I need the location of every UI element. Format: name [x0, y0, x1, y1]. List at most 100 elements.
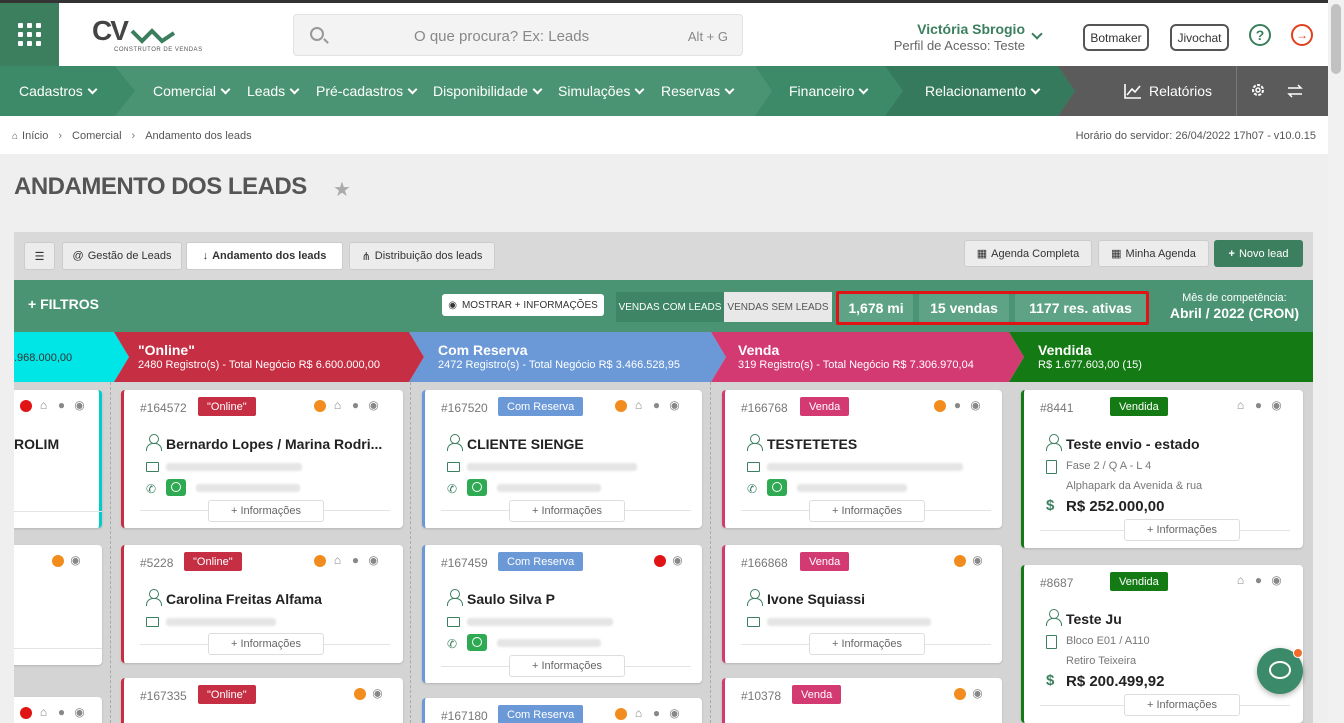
- search-input[interactable]: [414, 24, 714, 48]
- nav-simulacoes[interactable]: Simulações: [558, 66, 643, 116]
- nav-relatorios[interactable]: Relatórios: [1149, 66, 1212, 116]
- user-name: Victória Sbrogio: [917, 21, 1025, 37]
- whatsapp-icon[interactable]: [767, 479, 787, 496]
- tab-andamento-leads[interactable]: ↓ Andamento dos leads: [186, 242, 343, 270]
- jivochat-button[interactable]: Jivochat: [1170, 24, 1229, 51]
- lead-card[interactable]: #166868 Venda ◉ Ivone Squiassi + Informa…: [722, 545, 1002, 663]
- chart-icon: [1124, 84, 1141, 99]
- status-dot: [615, 707, 627, 720]
- search-box[interactable]: Alt + G: [293, 14, 743, 56]
- eye-icon[interactable]: ◉: [367, 554, 380, 567]
- eye-icon[interactable]: ◉: [668, 399, 681, 412]
- email-value: [166, 463, 302, 471]
- more-info-button[interactable]: + Informações: [809, 633, 925, 655]
- status-dot: [954, 687, 966, 700]
- gear-icon[interactable]: [1250, 82, 1266, 98]
- page-scrollbar[interactable]: [1328, 0, 1344, 723]
- lead-card[interactable]: #166768 Venda ● ◉ TESTETETES ✆ + Informaç…: [722, 390, 1002, 528]
- mail-icon: [447, 462, 460, 472]
- eye-icon[interactable]: ◉: [971, 554, 984, 567]
- show-more-info-button[interactable]: ◉ MOSTRAR + INFORMAÇÕES: [442, 294, 604, 316]
- nav-leads[interactable]: Leads: [247, 66, 298, 116]
- logout-icon[interactable]: →: [1291, 24, 1313, 46]
- minha-agenda-button[interactable]: ▦ Minha Agenda: [1098, 240, 1209, 267]
- breadcrumb-inicio[interactable]: Início: [22, 130, 48, 142]
- lead-card[interactable]: #167520 Com Reserva ⌂ ● ◉ CLIENTE SIENGE ✆…: [422, 390, 702, 528]
- eye-icon[interactable]: ◉: [969, 399, 982, 412]
- tab-gestao-leads[interactable]: @ Gestão de Leads: [62, 242, 182, 270]
- person-icon: [146, 434, 162, 451]
- eye-icon[interactable]: ◉: [668, 707, 681, 720]
- more-info-button[interactable]: + Informações: [509, 500, 625, 522]
- status-dot: [314, 554, 326, 567]
- lead-card[interactable]: ◉: [14, 545, 102, 665]
- sale-card[interactable]: #8687 Vendida ⌂ ● ◉ Teste Ju Bloco E01 / A…: [1021, 565, 1303, 723]
- more-info-button[interactable]: + Informações: [1124, 694, 1240, 716]
- botmaker-button[interactable]: Botmaker: [1083, 24, 1149, 51]
- user-menu[interactable]: Victória Sbrogio Perfil de Acesso: Teste: [880, 21, 1025, 53]
- nav-cadastros[interactable]: Cadastros: [19, 66, 96, 116]
- lead-card[interactable]: #10378 Venda ◉: [722, 678, 1002, 723]
- mail-icon: [146, 617, 159, 627]
- lead-card[interactable]: #167459 Com Reserva ◉ Saulo Silva P ✆ + …: [422, 545, 702, 683]
- whatsapp-icon[interactable]: [467, 479, 487, 496]
- email-value: [767, 618, 931, 626]
- nav-reservas[interactable]: Reservas: [661, 66, 733, 116]
- more-info-button[interactable]: + Informações: [208, 633, 324, 655]
- status-dot: [615, 399, 627, 412]
- breadcrumb-comercial[interactable]: Comercial: [72, 130, 122, 142]
- lead-card[interactable]: #167180 Com Reserva ⌂ ● ◉: [422, 698, 702, 723]
- swap-icon[interactable]: [1287, 84, 1303, 98]
- nav-comercial[interactable]: Comercial: [153, 66, 229, 116]
- breadcrumb-separator: ›: [131, 130, 136, 142]
- eye-icon[interactable]: ◉: [1270, 574, 1283, 587]
- eye-icon[interactable]: ◉: [971, 687, 984, 700]
- eye-icon[interactable]: ◉: [671, 554, 684, 567]
- apps-menu-button[interactable]: [0, 3, 59, 66]
- eye-icon[interactable]: ◉: [367, 399, 380, 412]
- user-icon: ●: [57, 398, 66, 412]
- novo-lead-button[interactable]: + Novo lead: [1214, 240, 1303, 267]
- more-info-button[interactable]: + Informações: [208, 500, 324, 522]
- scrollbar-thumb[interactable]: [1331, 4, 1341, 74]
- calendar-icon: ▦: [1111, 248, 1122, 260]
- chat-widget-button[interactable]: [1257, 648, 1303, 694]
- filters-toggle[interactable]: + FILTROS: [28, 296, 99, 312]
- user-icon: ●: [953, 398, 962, 412]
- breadcrumb-andamento: Andamento dos leads: [145, 130, 252, 142]
- breadcrumb-separator: ›: [58, 130, 63, 142]
- menu-toggle-button[interactable]: ☰: [24, 242, 55, 270]
- eye-icon[interactable]: ◉: [1270, 399, 1283, 412]
- more-info-button[interactable]: + Informações: [809, 500, 925, 522]
- nav-relacionamento[interactable]: Relacionamento: [925, 66, 1039, 116]
- breadcrumb-bar: ⌂ Início › Comercial › Andamento dos lea…: [0, 116, 1328, 154]
- help-icon[interactable]: ?: [1249, 24, 1271, 46]
- vendas-com-leads-toggle[interactable]: VENDAS COM LEADS: [616, 292, 724, 322]
- person-icon: [1046, 609, 1062, 626]
- status-dot: [314, 399, 326, 412]
- lead-card[interactable]: #167335 "Online" ◉: [121, 678, 403, 723]
- vendas-sem-leads-toggle[interactable]: VENDAS SEM LEADS: [724, 292, 832, 322]
- lead-card[interactable]: #5228 "Online" ⌂ ● ◉ Carolina Freitas Alfa…: [121, 545, 403, 663]
- column-header: .968.000,00: [14, 352, 73, 364]
- calendar-icon: ▦: [976, 248, 988, 260]
- favorite-star-icon[interactable]: ★: [333, 177, 351, 202]
- nav-disponibilidade[interactable]: Disponibilidade: [433, 66, 541, 116]
- breadcrumb: ⌂ Início › Comercial › Andamento dos lea…: [12, 130, 252, 142]
- status-badge: Vendida: [1110, 397, 1168, 416]
- whatsapp-icon[interactable]: [467, 634, 487, 651]
- nav-financeiro[interactable]: Financeiro: [789, 66, 867, 116]
- logo[interactable]: CV CONSTRUTOR DE VENDAS: [92, 15, 202, 57]
- lead-card[interactable]: ⌂ ● ◉ ROLIM: [14, 390, 102, 528]
- sale-card[interactable]: #8441 Vendida ⌂ ● ◉ Teste envio - estado F…: [1021, 390, 1303, 548]
- whatsapp-icon[interactable]: [166, 479, 186, 496]
- tab-distribuicao-leads[interactable]: ⋔ Distribuição dos leads: [349, 242, 495, 270]
- lead-card[interactable]: ⌂ ● ◉: [14, 697, 102, 723]
- nav-pre-cadastros[interactable]: Pré-cadastros: [316, 66, 416, 116]
- lead-card[interactable]: #164572 "Online" ⌂ ● ◉ Bernardo Lopes / Ma…: [121, 390, 403, 528]
- more-info-button[interactable]: + Informações: [1124, 519, 1240, 541]
- more-info-button[interactable]: + Informações: [509, 655, 625, 677]
- agenda-completa-button[interactable]: ▦ Agenda Completa: [964, 240, 1092, 267]
- eye-icon[interactable]: ◉: [371, 687, 384, 700]
- chevron-down-icon[interactable]: [1031, 28, 1043, 40]
